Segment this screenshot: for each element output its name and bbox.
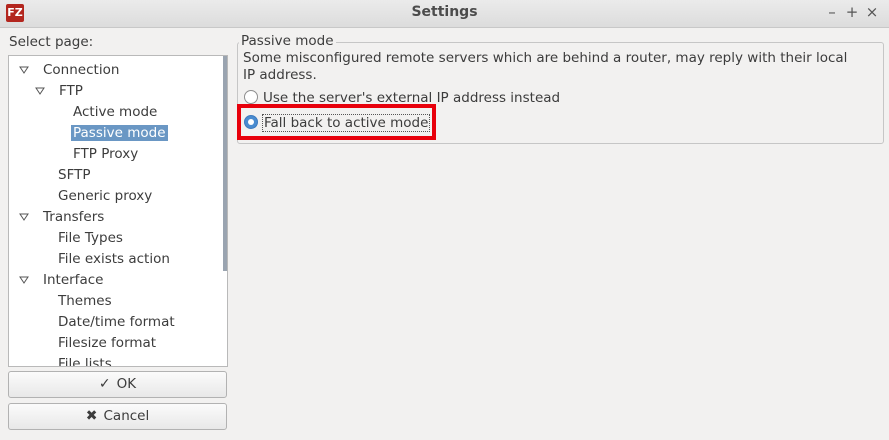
- expanded-arrow-icon[interactable]: [19, 65, 29, 75]
- tree-item-transfers[interactable]: Transfers: [19, 207, 106, 227]
- expanded-arrow-icon[interactable]: [19, 275, 29, 285]
- cancel-x-icon: ✖: [85, 408, 98, 424]
- ok-button-label: OK: [116, 376, 137, 392]
- tree-item-connection[interactable]: Connection: [19, 60, 121, 80]
- select-page-label: Select page:: [9, 34, 94, 50]
- tree-item-label: Themes: [58, 293, 112, 309]
- tree-item-ftp-proxy[interactable]: FTP Proxy: [71, 144, 140, 164]
- expanded-arrow-icon[interactable]: [35, 86, 45, 96]
- tree-item-label: Transfers: [43, 209, 105, 225]
- tree-item-label: Interface: [43, 272, 104, 288]
- tree-item-active-mode[interactable]: Active mode: [71, 102, 159, 122]
- tree-item-label: File Types: [58, 230, 123, 246]
- tree-item-label: Date/time format: [58, 314, 175, 330]
- tree-item-label: FTP: [59, 83, 83, 99]
- tree-item-interface[interactable]: Interface: [19, 270, 105, 290]
- tree-scrollbar[interactable]: [223, 56, 227, 271]
- tree-item-sftp[interactable]: SFTP: [56, 165, 92, 185]
- tree-item-label: Passive mode: [71, 125, 168, 141]
- tree-item-ftp[interactable]: FTP: [35, 81, 85, 101]
- minimize-button[interactable]: –: [823, 3, 841, 21]
- title-bar: FZ Settings – + ×: [0, 0, 889, 28]
- tree-item-label: SFTP: [58, 167, 91, 183]
- cancel-button[interactable]: ✖ Cancel: [8, 403, 227, 430]
- tree-item-generic-proxy[interactable]: Generic proxy: [56, 186, 154, 206]
- tree-item-file-exists-action[interactable]: File exists action: [56, 249, 172, 269]
- expanded-arrow-icon[interactable]: [19, 212, 29, 222]
- window-title: Settings: [411, 4, 478, 20]
- tree-item-themes[interactable]: Themes: [56, 291, 114, 311]
- tree-item-label: File lists: [58, 356, 112, 367]
- tree-item-label: Active mode: [73, 104, 158, 120]
- tree-item-passive-mode[interactable]: Passive mode: [71, 123, 168, 143]
- tree-item-label: Generic proxy: [58, 188, 153, 204]
- tree-item-label: Filesize format: [58, 335, 157, 351]
- tree-item-file-lists[interactable]: File lists: [56, 354, 114, 367]
- check-icon: ✓: [98, 376, 111, 392]
- tree-item-label: FTP Proxy: [73, 146, 139, 162]
- tree-item-label: File exists action: [58, 251, 170, 267]
- tree-item-filesize-format[interactable]: Filesize format: [56, 333, 158, 353]
- passive-mode-group-title: Passive mode: [239, 33, 336, 49]
- tree-item-file-types[interactable]: File Types: [56, 228, 125, 248]
- ok-button[interactable]: ✓ OK: [8, 371, 227, 398]
- tree-item-date-time-format[interactable]: Date/time format: [56, 312, 177, 332]
- tree-item-label: Connection: [43, 62, 120, 78]
- close-button[interactable]: ×: [863, 3, 881, 21]
- radio-unchecked-icon[interactable]: [244, 90, 258, 104]
- page-tree[interactable]: Connection FTP Active mode Passive mode …: [8, 55, 228, 367]
- maximize-button[interactable]: +: [843, 3, 861, 21]
- cancel-button-label: Cancel: [103, 408, 150, 424]
- highlight-box: [237, 104, 436, 140]
- passive-mode-description: Some misconfigured remote servers which …: [243, 50, 848, 83]
